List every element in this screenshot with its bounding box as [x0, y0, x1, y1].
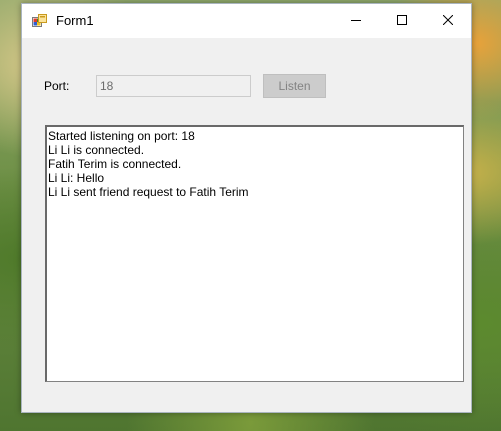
- listen-button[interactable]: Listen: [263, 74, 326, 98]
- port-label: Port:: [44, 79, 70, 93]
- form-client-area: Port: Listen Started listening on port: …: [22, 38, 471, 412]
- log-line: Fatih Terim is connected.: [48, 157, 182, 171]
- window-title: Form1: [56, 13, 94, 28]
- log-line: Li Li is connected.: [48, 143, 145, 157]
- port-input[interactable]: [96, 75, 251, 97]
- close-icon: [442, 12, 454, 30]
- minimize-button[interactable]: [333, 4, 379, 38]
- form1-window: Form1 Port: Listen Started listening on …: [21, 3, 472, 413]
- app-icon: [32, 13, 48, 29]
- log-line: Li Li sent friend request to Fatih Terim: [48, 185, 249, 199]
- log-listbox[interactable]: Started listening on port: 18 Li Li is c…: [45, 125, 464, 382]
- maximize-button[interactable]: [379, 4, 425, 38]
- close-button[interactable]: [425, 4, 471, 38]
- minimize-icon: [351, 12, 361, 30]
- log-line: Li Li: Hello: [48, 171, 105, 185]
- title-bar[interactable]: Form1: [22, 4, 471, 38]
- maximize-icon: [397, 12, 407, 30]
- log-line: Started listening on port: 18: [48, 129, 195, 143]
